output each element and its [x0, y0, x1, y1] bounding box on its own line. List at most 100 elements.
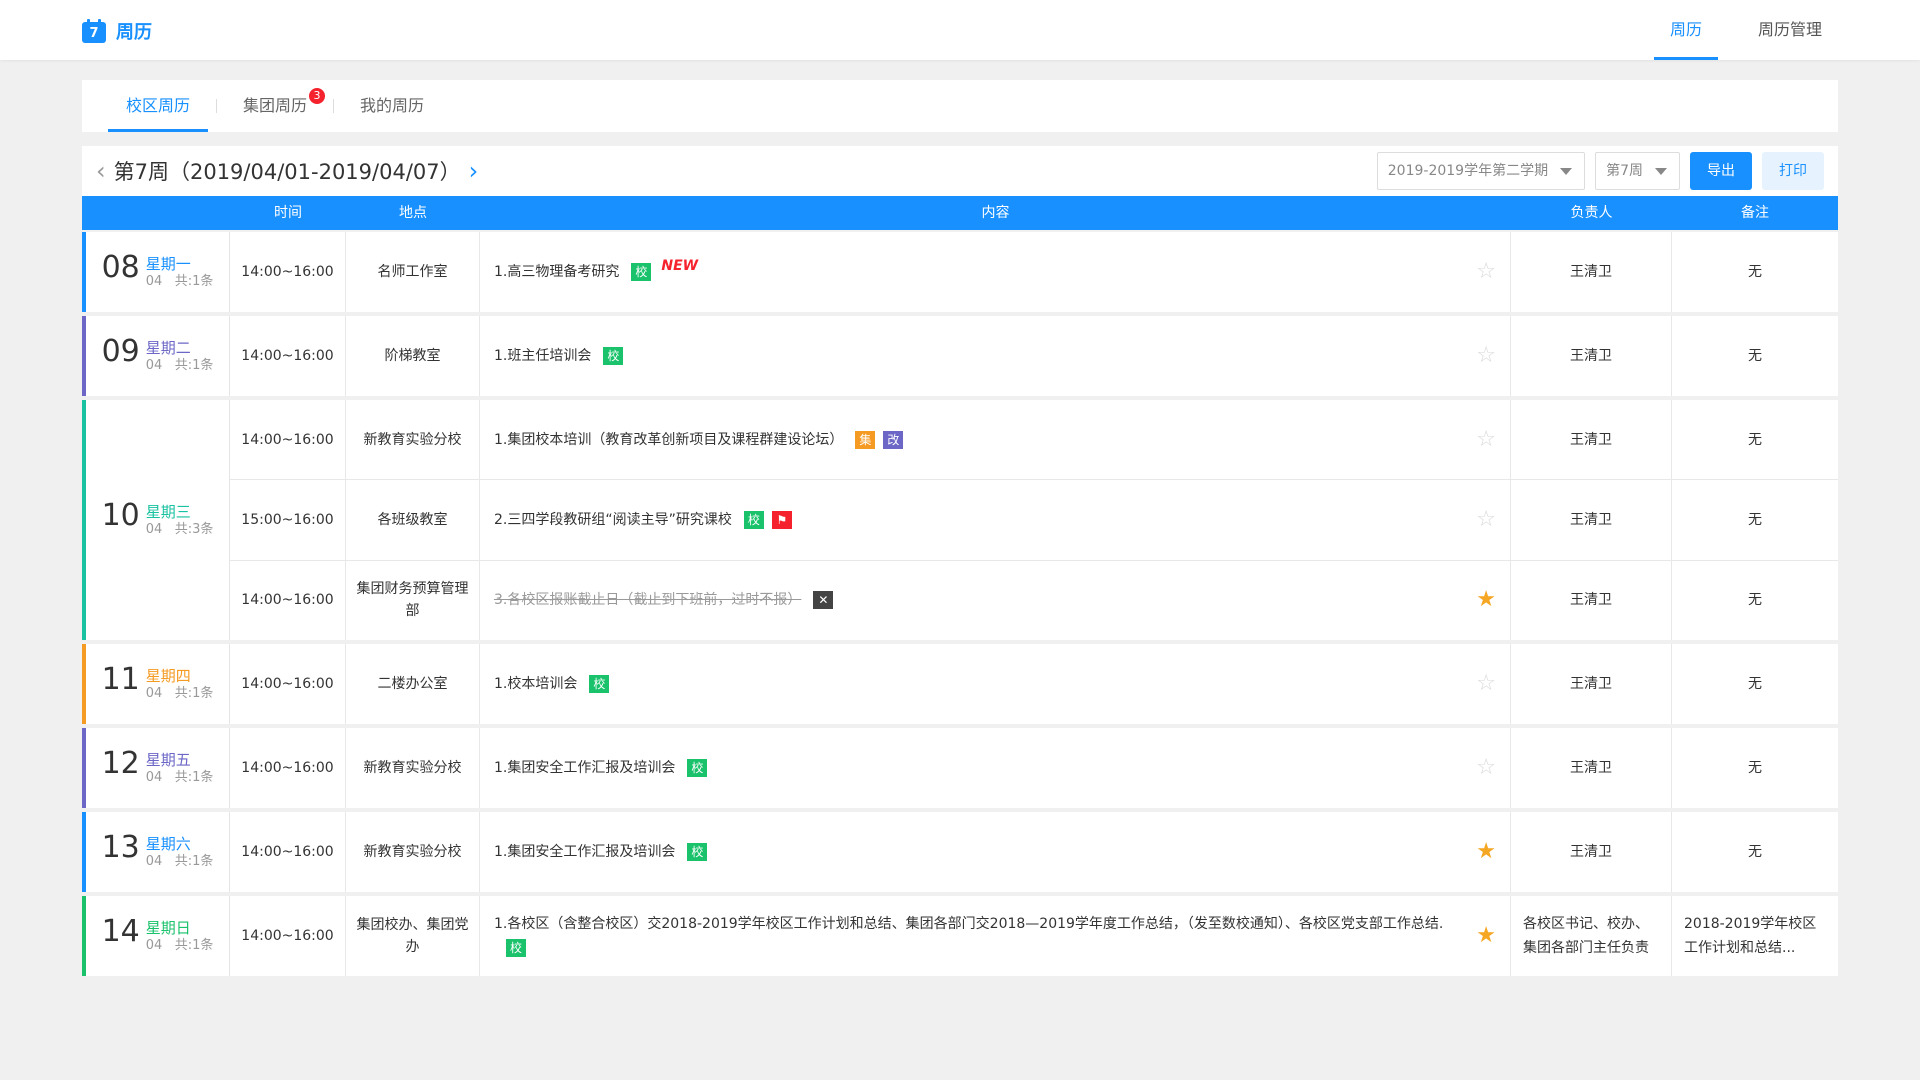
note-cell: 无 [1748, 592, 1762, 609]
content-cell: 1.集团安全工作汇报及培训会校 ☆ [480, 728, 1511, 808]
app-brand[interactable]: 7 周历 [82, 18, 152, 44]
tab-my-calendar[interactable]: 我的周历 [342, 80, 442, 132]
month-label: 04 [145, 686, 163, 701]
event-tag: 校 [687, 759, 708, 777]
place-cell: 阶梯教室 [346, 316, 480, 396]
table-row[interactable]: 14:00~16:00 新教育实验分校 1.集团安全工作汇报及培训会校 ★ 王清卫 无 [230, 812, 1838, 892]
event-count: 共:1条 [174, 770, 214, 785]
tab-label: 我的周历 [360, 96, 425, 115]
table-row[interactable]: 14:00~16:00 集团校办、集团党办 1.各校区（含整合校区）交2018-20… [230, 896, 1838, 976]
nav-calendar-management[interactable]: 周历管理 [1742, 0, 1838, 60]
notification-badge: 3 [309, 88, 326, 104]
tab-group-calendar[interactable]: 集团周历 3 [225, 80, 326, 132]
star-filled-icon[interactable]: ★ [1476, 841, 1496, 863]
date-cell: 10 星期三 04 共:3条 [82, 400, 230, 640]
table-header: 时间 地点 内容 负责人 备注 [82, 196, 1838, 230]
export-button[interactable]: 导出 [1690, 152, 1752, 190]
day-number: 12 [101, 746, 140, 781]
event-tag: ⚑ [771, 510, 792, 529]
day-block: 14 星期日 04 共:1条 14:00~16:00 集团校办、集团党办 1.各校区（含整… [82, 896, 1838, 976]
top-bar: 7 周历 周历 周历管理 [0, 0, 1920, 60]
place-cell: 新教育实验分校 [346, 728, 480, 808]
date-cell: 09 星期二 04 共:1条 [82, 316, 230, 396]
weekday-label: 星期四 [145, 667, 191, 685]
time-cell: 14:00~16:00 [230, 728, 346, 808]
event-tag: 校 [687, 843, 708, 861]
event-content[interactable]: 1.各校区（含整合校区）交2018-2019学年校区工作计划和总结、集团各部门交… [494, 916, 1443, 932]
table-row[interactable]: 15:00~16:00 各班级教室 2.三四学段教研组“阅读主导”研究课校校 ⚑ ☆ 王清… [230, 480, 1838, 561]
term-select[interactable]: 2019-2019学年第二学期 [1376, 152, 1586, 190]
day-block: 09 星期二 04 共:1条 14:00~16:00 阶梯教室 1.班主任培训会校 ☆ 王清卫… [82, 316, 1838, 396]
content-cell: 2.三四学段教研组“阅读主导”研究课校校 ⚑ ☆ [480, 480, 1511, 560]
table-row[interactable]: 14:00~16:00 名师工作室 1.高三物理备考研究校 NEW ☆ 王清卫 无 [230, 232, 1838, 312]
star-outline-icon[interactable]: ☆ [1476, 345, 1496, 367]
week-navigator: ‹ 第7周（2019/04/01-2019/04/07） › [96, 156, 478, 186]
time-cell: 14:00~16:00 [230, 400, 346, 480]
week-select[interactable]: 第7周 [1595, 152, 1680, 190]
column-header-date [82, 196, 230, 230]
owner-cell: 王清卫 [1511, 812, 1672, 892]
table-row[interactable]: 14:00~16:00 二楼办公室 1.校本培训会校 ☆ 王清卫 无 [230, 644, 1838, 724]
app-title: 周历 [116, 22, 152, 43]
month-label: 04 [145, 770, 163, 785]
column-header-place: 地点 [399, 205, 427, 221]
content-line: 3.各校区报账截止日（截止到下班前，过时不报） ✕ [494, 588, 834, 612]
month-label: 04 [145, 522, 163, 537]
event-content[interactable]: 1.校本培训会 [494, 676, 577, 692]
place-cell: 集团校办、集团党办 [346, 896, 480, 976]
event-tag: 校 [631, 263, 652, 281]
owner-cell: 各校区书记、校办、集团各部门主任负责 [1511, 896, 1672, 976]
place-cell: 集团财务预算管理部 [346, 560, 480, 640]
table-row[interactable]: 14:00~16:00 阶梯教室 1.班主任培训会校 ☆ 王清卫 无 [230, 316, 1838, 396]
place-cell: 二楼办公室 [346, 644, 480, 724]
new-badge: NEW [661, 258, 699, 274]
content-line: 1.集团安全工作汇报及培训会校 [494, 756, 708, 780]
note-cell: 无 [1748, 676, 1762, 692]
star-outline-icon[interactable]: ☆ [1476, 757, 1496, 779]
day-block: 13 星期六 04 共:1条 14:00~16:00 新教育实验分校 1.集团安全工作汇报… [82, 812, 1838, 892]
date-cell: 13 星期六 04 共:1条 [82, 812, 230, 892]
tab-campus-calendar[interactable]: 校区周历 [108, 80, 209, 132]
star-filled-icon[interactable]: ★ [1476, 925, 1496, 947]
owner-cell: 王清卫 [1511, 400, 1672, 480]
nav-weekly-calendar[interactable]: 周历 [1653, 0, 1718, 60]
table-row[interactable]: 14:00~16:00 新教育实验分校 1.集团安全工作汇报及培训会校 ☆ 王清卫 无 [230, 728, 1838, 808]
table-row[interactable]: 14:00~16:00 集团财务预算管理部 3.各校区报账截止日（截止到下班前，过时… [230, 560, 1838, 640]
day-number: 11 [101, 662, 140, 697]
calendar-icon: 7 [82, 19, 106, 43]
star-outline-icon[interactable]: ☆ [1476, 508, 1496, 531]
star-outline-icon[interactable]: ☆ [1476, 428, 1496, 451]
event-content[interactable]: 2.三四学段教研组“阅读主导”研究课校 [494, 512, 732, 528]
content-cell: 1.集团安全工作汇报及培训会校 ★ [480, 812, 1511, 892]
day-number: 14 [101, 914, 140, 949]
event-count: 共:3条 [174, 522, 214, 537]
event-tag: 改 [883, 430, 904, 449]
date-cell: 12 星期五 04 共:1条 [82, 728, 230, 808]
owner-cell: 王清卫 [1511, 728, 1672, 808]
table-row[interactable]: 14:00~16:00 新教育实验分校 1.集团校本培训（教育改革创新项目及课程群建… [230, 400, 1838, 481]
note-cell: 无 [1748, 511, 1762, 528]
star-outline-icon[interactable]: ☆ [1476, 261, 1496, 283]
event-content[interactable]: 1.班主任培训会 [494, 348, 591, 364]
event-tag: 校 [603, 347, 624, 365]
star-filled-icon[interactable]: ★ [1476, 589, 1496, 611]
event-content[interactable]: 1.集团安全工作汇报及培训会 [494, 844, 675, 860]
month-count: 04 共:1条 [146, 685, 214, 703]
print-button[interactable]: 打印 [1762, 152, 1824, 190]
previous-week-icon[interactable]: ‹ [96, 157, 106, 185]
star-outline-icon[interactable]: ☆ [1476, 673, 1496, 695]
month-count: 04 共:1条 [146, 853, 214, 871]
event-content[interactable]: 1.高三物理备考研究 [494, 264, 619, 280]
event-content[interactable]: 1.集团校本培训（教育改革创新项目及课程群建设论坛） [494, 432, 843, 448]
time-cell: 14:00~16:00 [230, 644, 346, 724]
content-cell: 3.各校区报账截止日（截止到下班前，过时不报） ✕ ★ [480, 560, 1511, 640]
event-content[interactable]: 3.各校区报账截止日（截止到下班前，过时不报） [494, 592, 801, 608]
day-block: 12 星期五 04 共:1条 14:00~16:00 新教育实验分校 1.集团安全工作汇报… [82, 728, 1838, 808]
note-cell: 2018-2019学年校区工作计划和总结... [1684, 916, 1817, 956]
note-cell: 无 [1748, 431, 1762, 448]
place-cell: 新教育实验分校 [346, 812, 480, 892]
note-cell: 无 [1748, 844, 1762, 860]
next-week-icon[interactable]: › [469, 157, 479, 185]
event-count: 共:1条 [174, 938, 214, 953]
event-content[interactable]: 1.集团安全工作汇报及培训会 [494, 760, 675, 776]
